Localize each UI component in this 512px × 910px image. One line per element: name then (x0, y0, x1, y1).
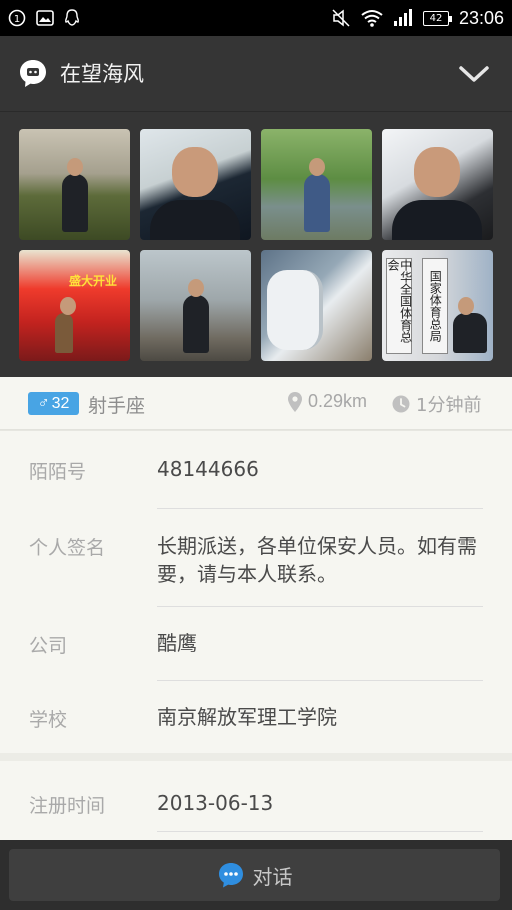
distance: 0.29km (288, 391, 367, 412)
photo-thumbnail[interactable] (261, 250, 372, 361)
detail-label: 注册时间 (29, 795, 106, 817)
last-active-value: 1分钟前 (416, 395, 482, 416)
title-bar: 在望海风 (0, 36, 512, 112)
status-left-icons: 1 (8, 0, 80, 36)
last-active: 1分钟前 (392, 391, 481, 417)
bottom-bar: 对话 (0, 840, 512, 910)
gender-symbol: ♂ (37, 394, 50, 412)
person-body (150, 200, 240, 240)
page-title: 在望海风 (60, 62, 144, 86)
person-figure (54, 297, 76, 353)
status-right-icons: 42 23:06 (331, 0, 504, 36)
status-bar: 1 42 23:06 (0, 0, 512, 36)
chat-bubble-icon (20, 60, 46, 87)
photo-thumbnail[interactable] (140, 129, 251, 240)
detail-value: 2013-06-13 (157, 791, 274, 815)
image-icon (36, 10, 54, 26)
divider (157, 680, 483, 681)
mute-icon (332, 9, 350, 27)
status-time: 23:06 (458, 7, 504, 28)
person-face (172, 147, 218, 197)
profile-summary: ♂ 32 射手座 0.29km 1分钟前 (0, 377, 512, 430)
svg-text:1: 1 (14, 14, 20, 25)
battery-icon: 42 (422, 10, 452, 26)
distance-value: 0.29km (308, 391, 368, 411)
photo-thumbnail[interactable] (140, 250, 251, 361)
detail-value: 酷鹰 (157, 631, 197, 655)
qq-icon (65, 9, 79, 26)
photo-thumbnail[interactable] (19, 129, 130, 240)
person-figure (303, 158, 330, 232)
photo-thumbnail[interactable]: 盛大开业 (19, 250, 130, 361)
person-figure (453, 297, 487, 353)
wifi-icon (361, 10, 383, 27)
chat-label: 对话 (252, 864, 293, 889)
person-figure (182, 279, 209, 353)
signal-icon (393, 9, 412, 26)
profile-details: 陌陌号 48144666 个人签名 长期派送，各单位保安人员。如有需要，请与本人… (0, 430, 512, 753)
profile-details-extra: 注册时间 2013-06-13 (0, 753, 512, 840)
sign-left: 中华全国体育总会 (386, 258, 413, 354)
chat-button[interactable]: 对话 (9, 849, 500, 901)
chevron-down-icon[interactable] (458, 64, 490, 84)
detail-label: 个人签名 (29, 537, 106, 559)
divider (157, 831, 483, 832)
zodiac: 射手座 (88, 395, 146, 417)
divider (157, 508, 483, 509)
person-face (414, 147, 460, 197)
person-figure (61, 158, 88, 232)
detail-value: 长期派送，各单位保安人员。如有需要，请与本人联系。 (157, 534, 477, 586)
detail-label: 学校 (29, 709, 68, 731)
clock-icon (392, 395, 410, 413)
person-body (392, 200, 482, 240)
location-pin-icon (288, 391, 302, 412)
gender-age-badge: ♂ 32 (28, 392, 79, 415)
detail-label: 公司 (29, 635, 68, 657)
notification-1-icon: 1 (8, 9, 26, 27)
detail-value: 南京解放军理工学院 (157, 705, 337, 729)
photo-gallery: 盛大开业 中华全国体育总会 国家体育总局 (0, 112, 512, 377)
photo-thumbnail[interactable] (261, 129, 372, 240)
photo-thumbnail[interactable]: 中华全国体育总会 国家体育总局 (382, 250, 493, 361)
detail-value: 48144666 (157, 457, 259, 481)
banner-text: 盛大开业 (69, 274, 118, 288)
chat-bubble-icon (218, 863, 243, 888)
age: 32 (51, 394, 70, 412)
battery-level: 42 (429, 12, 443, 24)
engine-shape (267, 270, 323, 350)
sign-right: 国家体育总局 (422, 258, 448, 354)
divider (157, 606, 483, 607)
photo-thumbnail[interactable] (382, 129, 493, 240)
detail-label: 陌陌号 (29, 461, 87, 483)
